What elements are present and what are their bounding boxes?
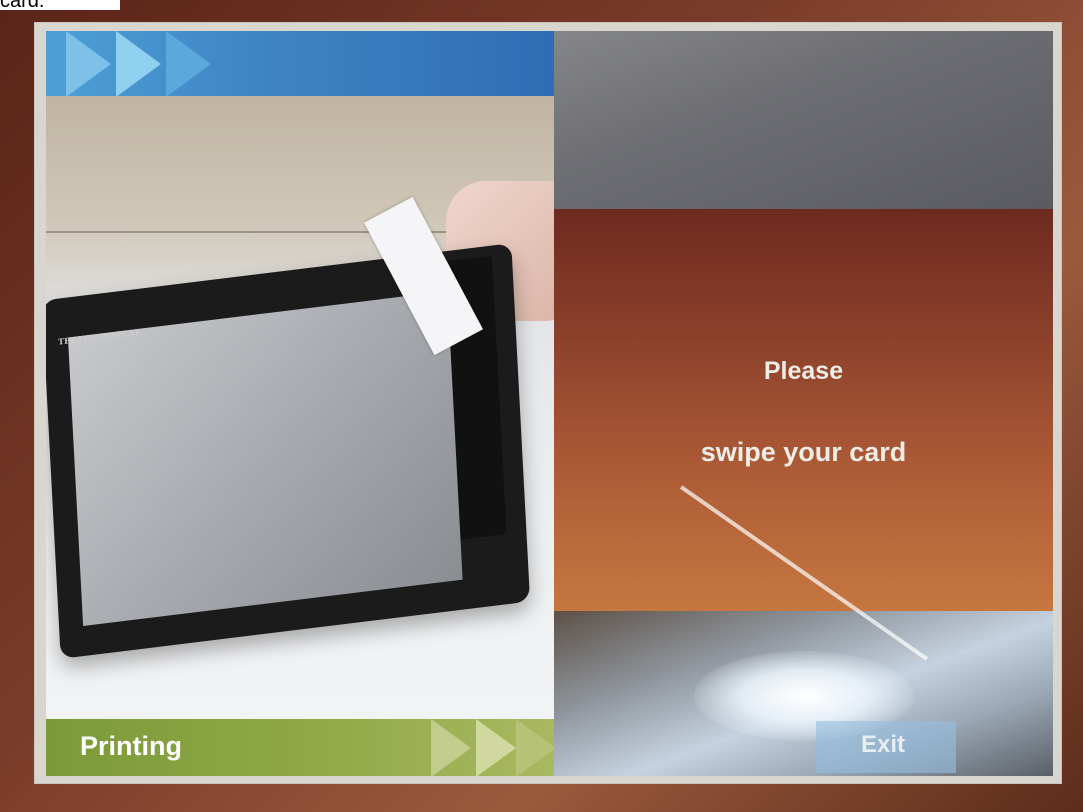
chevron-decoration xyxy=(431,719,471,776)
right-panel: Please swipe your card Exit xyxy=(554,31,1053,776)
right-top-image xyxy=(554,31,1053,209)
chevron-decoration xyxy=(166,31,211,96)
exit-button[interactable]: Exit xyxy=(816,721,956,773)
message-line-1: Please xyxy=(763,357,844,385)
message-panel: Please swipe your card xyxy=(554,209,1053,611)
chevron-decoration xyxy=(116,31,161,96)
message-line-2: swipe your card xyxy=(700,437,907,467)
caption-text: card. xyxy=(0,0,120,10)
printing-button[interactable]: Printing xyxy=(46,719,554,776)
exit-label: Exit xyxy=(861,731,906,758)
device-screen xyxy=(67,291,463,627)
top-banner xyxy=(46,31,554,96)
chevron-decoration xyxy=(516,719,554,776)
chevron-decoration xyxy=(66,31,111,96)
right-bottom-image: Exit xyxy=(554,485,1053,776)
kiosk-screen-frame: TFT LCD DISPLAY Printing Please swipe yo… xyxy=(34,22,1062,784)
left-panel: TFT LCD DISPLAY Printing xyxy=(46,31,554,776)
printing-label: Printing xyxy=(80,731,182,761)
chevron-decoration xyxy=(476,719,516,776)
